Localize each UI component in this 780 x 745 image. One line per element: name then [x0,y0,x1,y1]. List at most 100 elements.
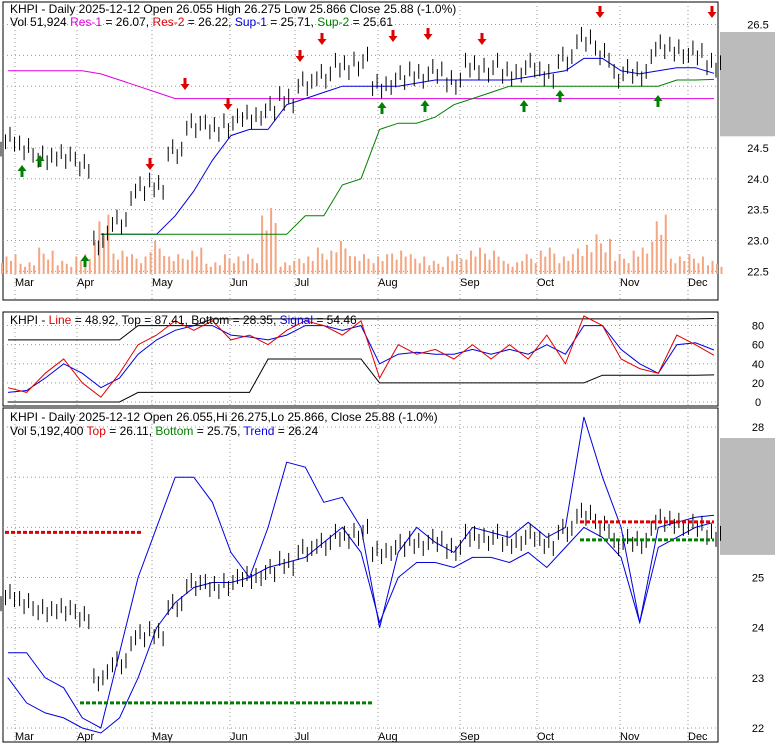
volume-bar [460,258,463,274]
signal-label: Signal [279,313,313,327]
x-tick-label: Aug [378,277,398,289]
volume-bar [600,243,603,274]
volume-profile [720,438,775,555]
volume-bar [428,265,431,274]
x-tick-label: May [152,277,173,289]
volume-bar [154,241,157,274]
volume-bar [140,263,143,274]
volume-bar [521,260,524,274]
volume-value: Vol 51,924 [10,15,67,29]
y-tick-label: 28 [752,422,764,434]
signal-value: = 54.46 [312,313,357,327]
volume-bar [256,263,259,274]
buy-arrow-icon [80,255,90,267]
x-tick-label: Sep [460,731,480,743]
bottom-value: = 25.75, [193,424,244,438]
volume-bar [683,260,686,274]
volume-bar [5,256,8,274]
top-value: = 26.11, [105,424,156,438]
y-tick-label: 60 [752,340,764,352]
volume-bar [339,241,342,274]
volume-bar [261,215,264,274]
volume-bar [112,253,115,274]
volume-bar [701,256,704,274]
volume-bar [544,256,547,274]
y-tick-label: 23.5 [747,205,768,217]
volume-bar [488,259,491,274]
volume-bar [637,256,640,274]
volume-bar [674,263,677,274]
volume-bar [688,254,691,274]
panel3-legend: Vol 5,192,400 Top = 26.11, Bottom = 25.7… [10,424,318,439]
top-label: Top [86,424,106,438]
volume-bar [716,263,718,274]
volume-bar [19,263,22,274]
x-tick-label: Aug [378,731,398,743]
volume-bar [377,256,380,274]
volume-bar [144,256,147,274]
volume-bar [247,254,250,274]
volume-bar [51,250,54,274]
volume-bar [609,238,612,274]
x-tick-label: Jul [295,731,309,743]
volume-bar [181,258,184,274]
volume-bar [363,254,365,274]
volume-bar [381,260,384,274]
volume-bar [149,252,152,274]
volume-bar [270,208,273,274]
x-tick-label: Jun [230,277,248,289]
volume-bar [507,263,510,274]
volume-bar [61,260,64,274]
volume-bar [195,256,198,274]
volume-bar [325,259,328,274]
volume-bar [395,259,398,274]
x-tick-label: Apr [77,731,94,743]
y-tick-label: 26.5 [747,20,768,32]
volume-bar [478,247,481,274]
volume-bar [432,260,435,274]
volume-bar [632,250,635,274]
volume-bar [218,265,221,274]
volume-bar [669,258,672,274]
x-tick-label: Mar [15,277,34,289]
volume-bar [38,247,41,274]
volume-bar [335,252,338,274]
volume-bar [530,258,533,274]
volume-bar [107,214,110,274]
volume-bar [469,250,472,274]
volume-bar [720,266,723,274]
volume-bar [437,263,440,274]
volume-bar [451,260,454,274]
volume-bar [10,260,12,274]
volume-bar [307,256,310,274]
volume-bar [400,250,403,274]
panel3-title: KHPI - Daily 2025-12-12 Open 26.055,Hi 2… [10,410,438,424]
volume-bar [177,254,180,274]
res2-value: = 26.22, [184,15,235,29]
upper-band [8,416,715,729]
volume-bar [414,258,417,274]
sup1-label: Sup-1 [234,15,267,29]
volume-bar [93,241,96,274]
volume-bar [358,260,361,274]
volume-bar [678,256,681,274]
volume-bar [47,259,50,274]
volume-bar [33,265,36,274]
volume-bar [618,254,621,274]
volume-bar [585,244,588,274]
y-tick-label: 22.5 [747,266,768,278]
volume-bar [502,260,505,274]
panel3-volume: Vol 5,192,400 [10,424,87,438]
volume-bar [664,214,667,274]
y-tick-label: 24 [752,623,764,635]
y-tick-label: 20 [752,378,764,390]
volume-bar [539,250,542,274]
x-tick-label: Jun [230,731,248,743]
y-tick-label: 24.0 [747,174,768,186]
volume-bar [316,247,319,274]
y-tick-label: 23.0 [747,235,768,247]
x-tick-label: Oct [537,277,554,289]
sell-arrow-icon [317,33,327,45]
volume-bar [28,262,31,274]
sup2-value: = 25.61 [349,15,393,29]
